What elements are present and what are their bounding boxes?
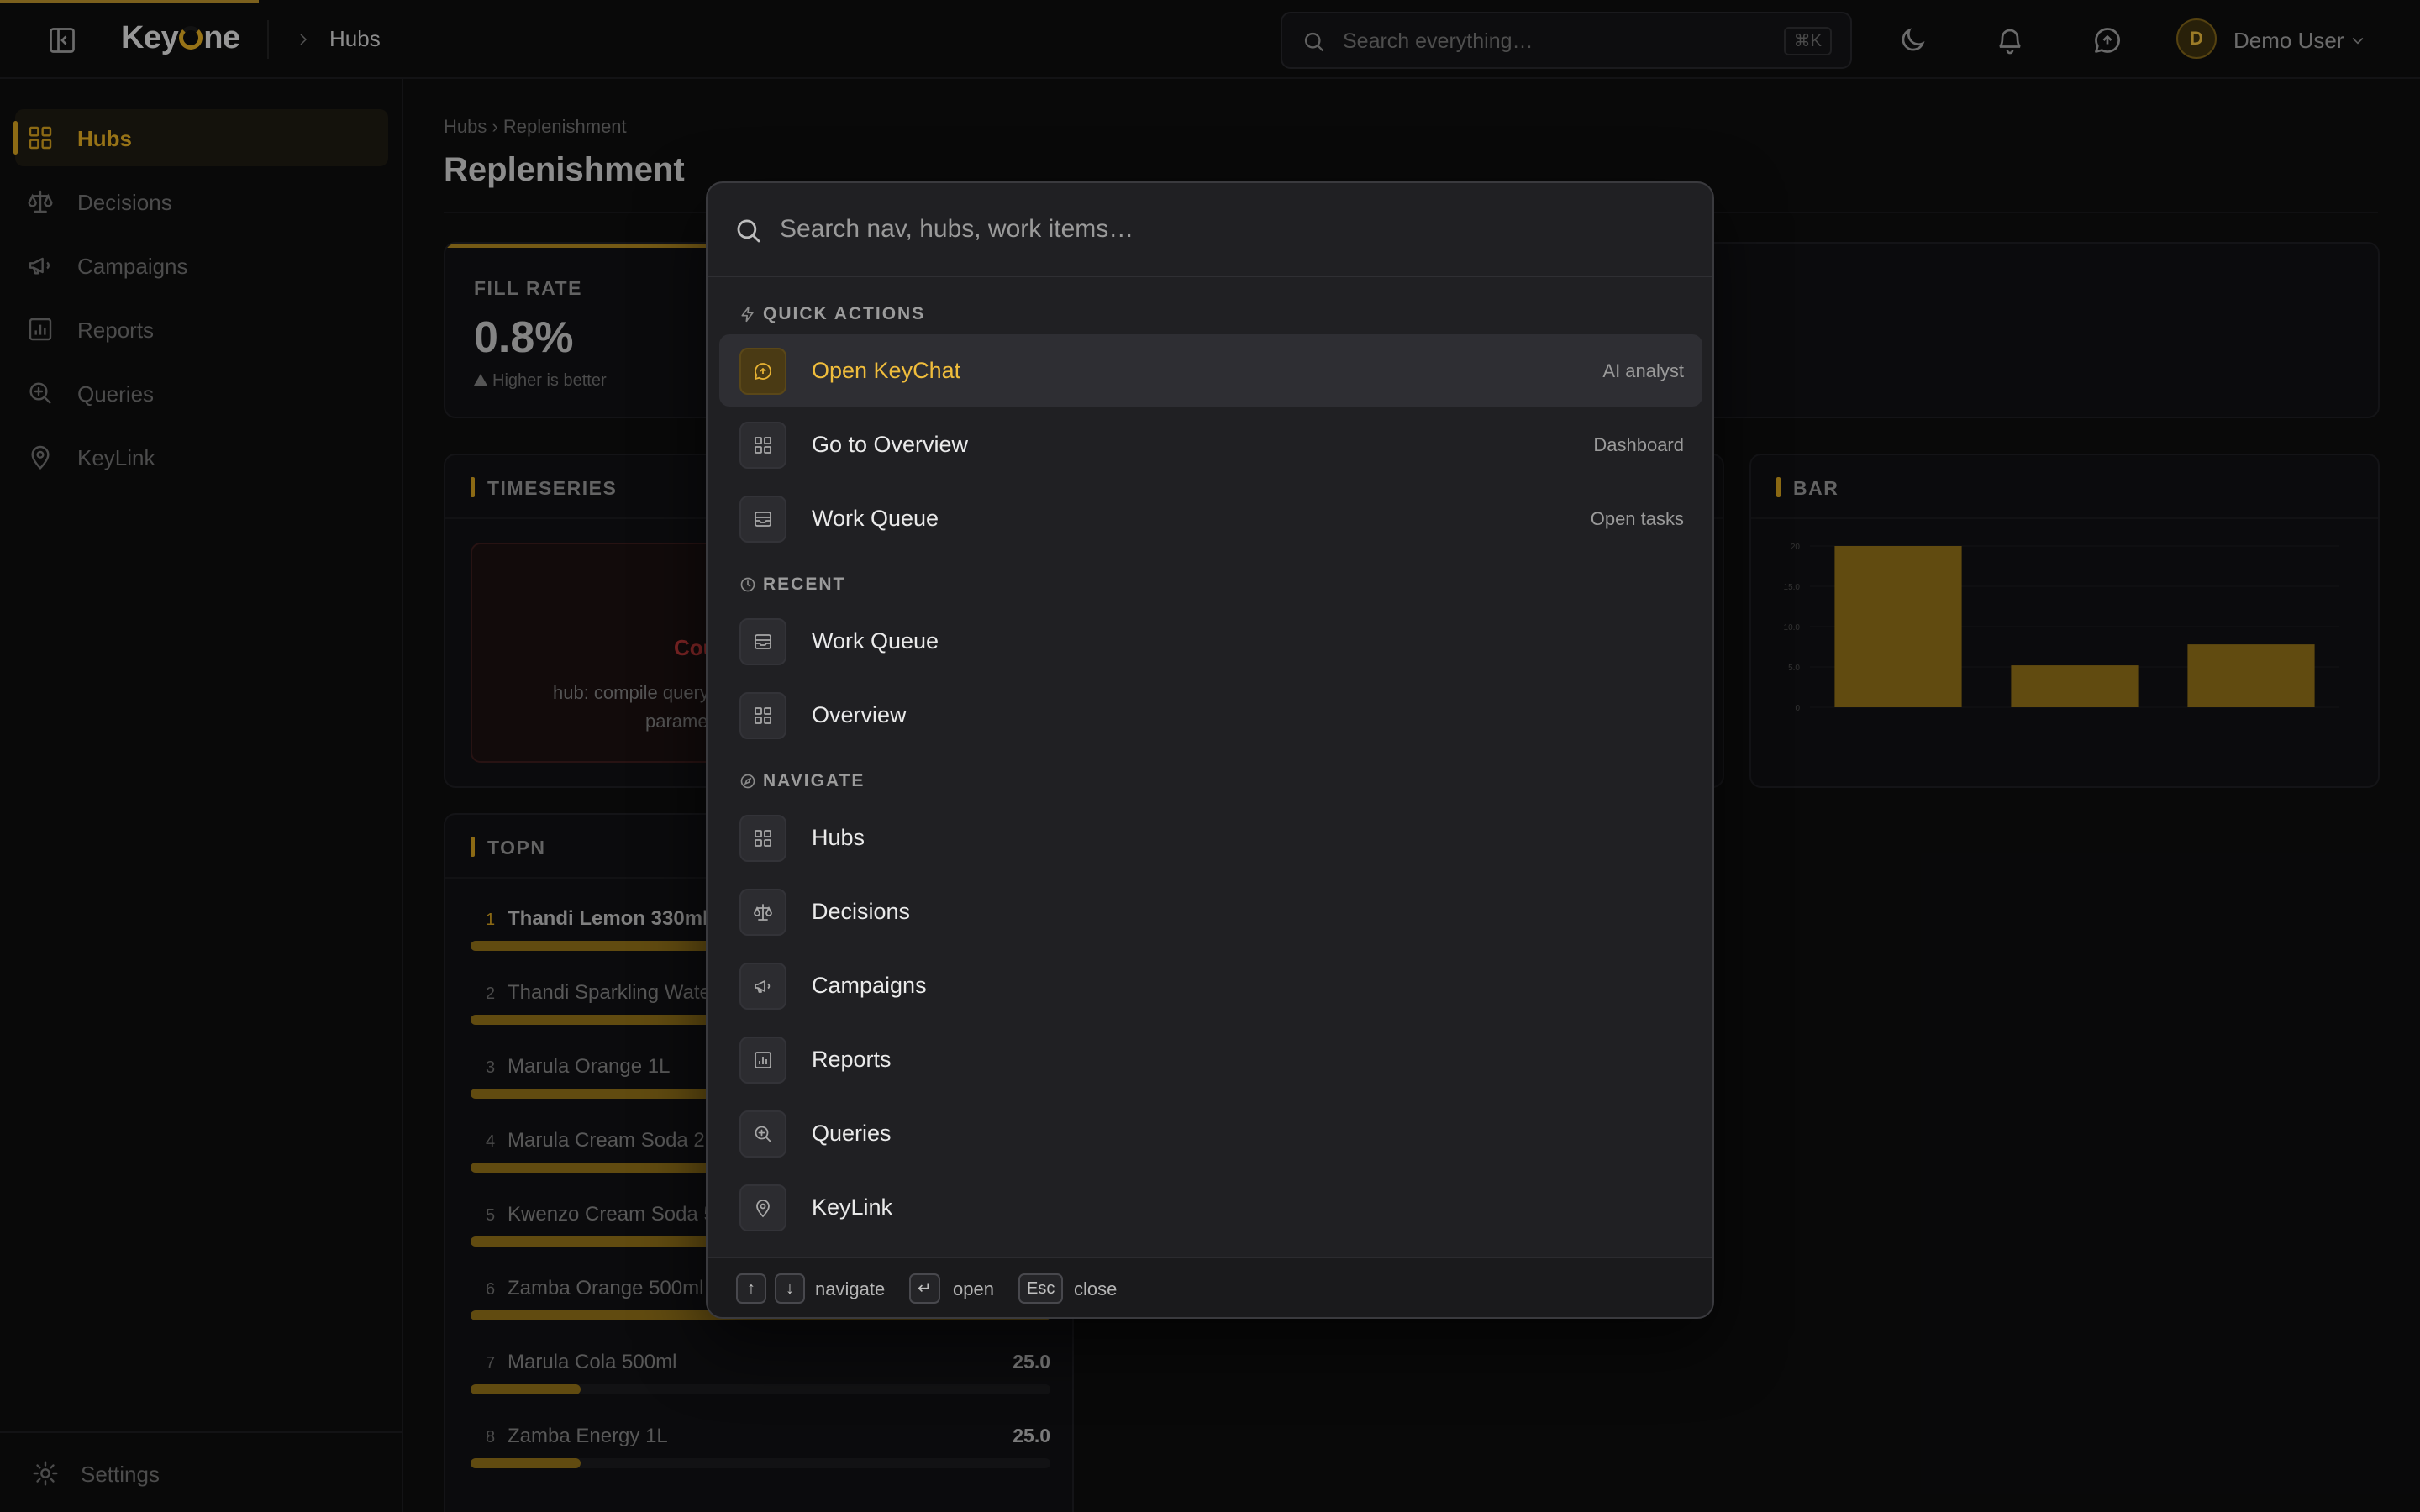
palette-item-open-keychat[interactable]: Open KeyChat AI analyst	[719, 334, 1702, 407]
palette-item-hint: AI analyst	[1602, 360, 1684, 381]
palette-item-label: Hubs	[812, 825, 865, 850]
map-pin-icon	[739, 1184, 786, 1231]
command-palette: Search nav, hubs, work items… QUICK ACTI…	[706, 181, 1714, 1319]
palette-item-label: KeyLink	[812, 1194, 893, 1220]
clock-icon	[739, 576, 756, 593]
palette-item-hint: Dashboard	[1593, 434, 1684, 455]
bar-chart-icon	[739, 1037, 786, 1084]
open-hint: open	[953, 1278, 994, 1299]
palette-item-work-queue[interactable]: Work Queue Open tasks	[719, 482, 1702, 554]
key-down: ↓	[775, 1273, 805, 1304]
chat-icon	[739, 348, 786, 395]
key-up: ↑	[736, 1273, 766, 1304]
close-hint: close	[1074, 1278, 1118, 1299]
bolt-icon	[739, 306, 756, 323]
palette-search-input[interactable]: Search nav, hubs, work items…	[708, 183, 1712, 277]
search-icon	[734, 217, 763, 245]
scale-icon	[739, 889, 786, 936]
palette-item-label: Go to Overview	[812, 432, 969, 457]
inbox-icon	[739, 496, 786, 543]
grid-icon	[739, 815, 786, 862]
palette-item-decisions[interactable]: Decisions	[719, 875, 1702, 948]
palette-item-hubs[interactable]: Hubs	[719, 801, 1702, 874]
palette-item-recent-overview[interactable]: Overview	[719, 679, 1702, 751]
palette-item-go-to-overview[interactable]: Go to Overview Dashboard	[719, 408, 1702, 480]
palette-item-keylink[interactable]: KeyLink	[719, 1171, 1702, 1243]
palette-search-placeholder: Search nav, hubs, work items…	[780, 215, 1134, 243]
palette-item-reports[interactable]: Reports	[719, 1023, 1702, 1095]
palette-item-label: Work Queue	[812, 506, 939, 531]
palette-item-recent-work-queue[interactable]: Work Queue	[719, 605, 1702, 677]
palette-item-label: Overview	[812, 702, 907, 727]
palette-item-label: Reports	[812, 1047, 892, 1072]
palette-item-hint: Open tasks	[1590, 508, 1684, 529]
palette-item-queries[interactable]: Queries	[719, 1097, 1702, 1169]
palette-item-label: Work Queue	[812, 628, 939, 654]
grid-icon	[739, 692, 786, 739]
palette-item-label: Queries	[812, 1121, 892, 1146]
inbox-icon	[739, 618, 786, 665]
palette-footer: ↑ ↓ navigate ↵ open Esc close	[708, 1257, 1712, 1317]
palette-item-label: Decisions	[812, 899, 911, 924]
key-enter: ↵	[909, 1273, 940, 1304]
palette-item-campaigns[interactable]: Campaigns	[719, 949, 1702, 1021]
compass-icon	[739, 773, 756, 790]
search-zoom-icon	[739, 1110, 786, 1158]
navigate-hint: navigate	[815, 1278, 886, 1299]
palette-item-label: Campaigns	[812, 973, 927, 998]
megaphone-icon	[739, 963, 786, 1010]
palette-item-label: Open KeyChat	[812, 358, 961, 383]
key-esc: Esc	[1018, 1273, 1064, 1304]
grid-icon	[739, 422, 786, 469]
